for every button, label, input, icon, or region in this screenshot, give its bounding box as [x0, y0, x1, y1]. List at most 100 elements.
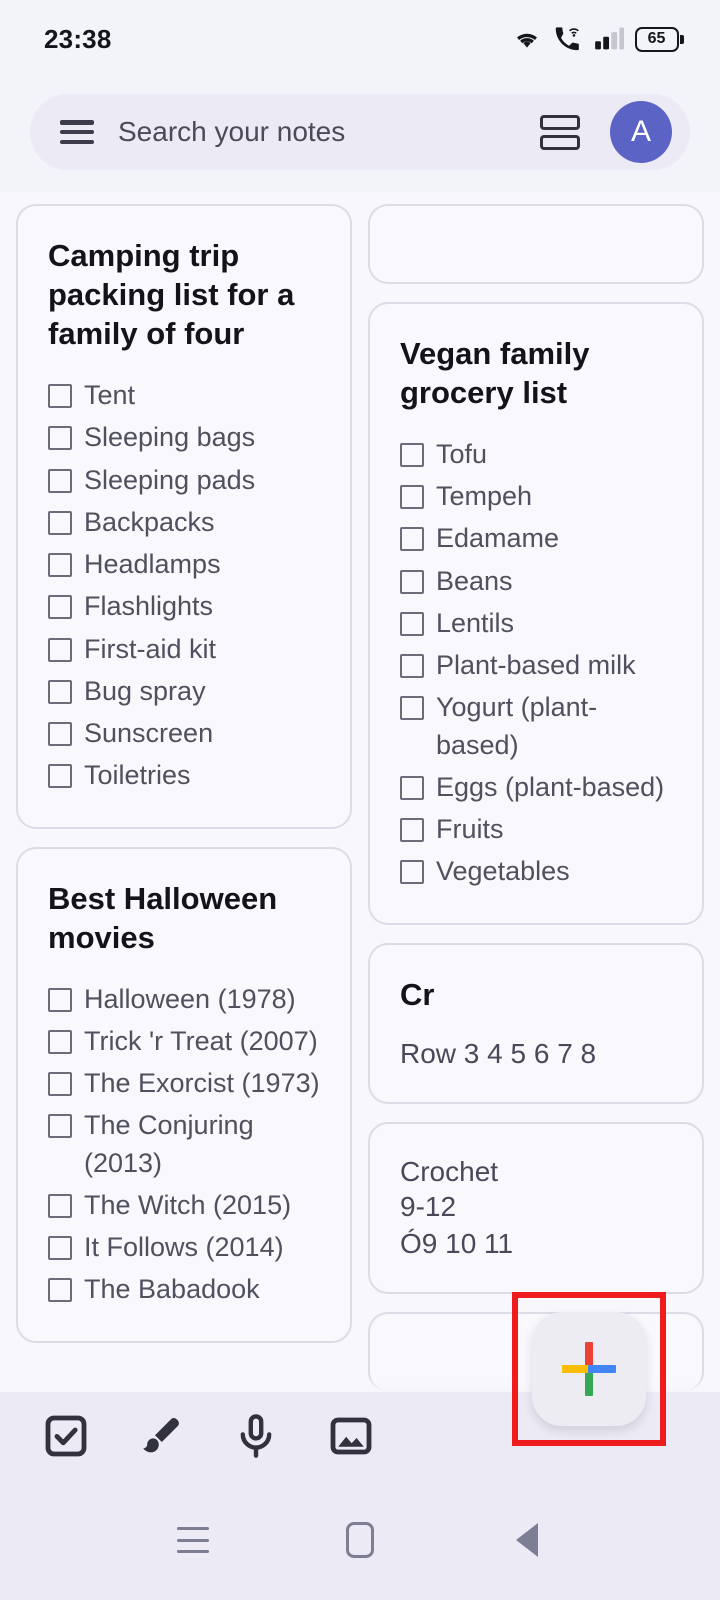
checkbox-icon[interactable] — [48, 1278, 72, 1303]
list-item[interactable]: Fruits — [400, 809, 676, 850]
avatar[interactable]: A — [610, 101, 672, 163]
list-item-label: Tofu — [436, 438, 488, 469]
list-item-label: Trick 'r Treat (2007) — [84, 1025, 318, 1056]
note-card-vegan-grocery[interactable]: Vegan family grocery list Tofu Tempeh Ed… — [368, 301, 704, 925]
note-card-crochet[interactable]: Crochet 9-12 Ó9 10 11 — [368, 1122, 704, 1295]
checkbox-icon[interactable] — [48, 987, 72, 1012]
list-item[interactable]: The Conjuring (2013) — [48, 1105, 324, 1184]
checkbox-icon[interactable] — [48, 384, 72, 409]
checkbox-icon[interactable] — [400, 775, 424, 800]
list-item[interactable]: Beans — [400, 561, 676, 602]
note-body: Row 3 4 5 6 7 8 — [400, 1037, 597, 1069]
checkbox-icon[interactable] — [48, 722, 72, 747]
list-item[interactable]: Tofu — [400, 434, 676, 475]
list-item[interactable]: Toiletries — [48, 755, 324, 796]
checkbox-icon[interactable] — [400, 818, 424, 843]
checkbox-icon[interactable] — [48, 679, 72, 704]
image-icon — [330, 1417, 371, 1455]
notes-column-left: Camping trip packing list for a family o… — [16, 204, 352, 1392]
cellular-signal-icon — [594, 27, 624, 50]
checkbox-icon[interactable] — [400, 569, 424, 594]
note-title: Best Halloween movies — [48, 880, 278, 955]
list-item-label: Sleeping pads — [84, 464, 256, 495]
checkbox-icon[interactable] — [400, 654, 424, 679]
checkbox-icon[interactable] — [400, 860, 424, 885]
back-triangle-icon — [496, 1523, 538, 1557]
back-button[interactable] — [492, 1505, 562, 1575]
checkbox-icon[interactable] — [48, 764, 72, 789]
checkbox-icon[interactable] — [48, 637, 72, 662]
checkbox-icon[interactable] — [400, 611, 424, 636]
list-item[interactable]: Plant-based milk — [400, 645, 676, 686]
list-item[interactable]: Edamame — [400, 518, 676, 559]
list-item[interactable]: Halloween (1978) — [48, 979, 324, 1020]
battery-level-text: 65 — [634, 26, 679, 52]
home-button[interactable] — [325, 1505, 395, 1575]
list-item-label: The Witch (2015) — [84, 1189, 292, 1220]
list-item[interactable]: Trick 'r Treat (2007) — [48, 1021, 324, 1062]
checkbox-icon[interactable] — [400, 527, 424, 552]
note-card-halloween-movies[interactable]: Best Halloween movies Halloween (1978) T… — [16, 846, 352, 1343]
new-list-button[interactable] — [18, 1392, 113, 1480]
list-item-label: Eggs (plant-based) — [436, 771, 665, 802]
list-item[interactable]: Sleeping pads — [48, 460, 324, 501]
list-item[interactable]: Flashlights — [48, 586, 324, 627]
note-card-empty[interactable] — [368, 204, 704, 284]
checkbox-icon[interactable] — [48, 1193, 72, 1218]
battery-icon: 65 — [634, 26, 684, 52]
list-item[interactable]: Vegetables — [400, 851, 676, 892]
list-item[interactable]: Backpacks — [48, 502, 324, 543]
checkbox-icon[interactable] — [48, 468, 72, 493]
list-item[interactable]: Tent — [48, 375, 324, 416]
home-icon — [345, 1522, 374, 1558]
note-card-camping-trip[interactable]: Camping trip packing list for a family o… — [16, 204, 352, 829]
checkbox-icon[interactable] — [400, 442, 424, 467]
hamburger-menu-icon[interactable] — [60, 120, 94, 144]
list-item[interactable]: Eggs (plant-based) — [400, 767, 676, 808]
list-item[interactable]: First-aid kit — [48, 629, 324, 670]
list-item[interactable]: The Babadook — [48, 1269, 324, 1310]
list-item[interactable]: Headlamps — [48, 544, 324, 585]
checkbox-icon[interactable] — [48, 1029, 72, 1054]
recents-icon — [177, 1527, 210, 1553]
microphone-icon — [240, 1414, 271, 1458]
checkbox-icon — [45, 1415, 86, 1457]
list-item[interactable]: Tempeh — [400, 476, 676, 517]
list-item[interactable]: The Witch (2015) — [48, 1185, 324, 1226]
list-item-label: Sleeping bags — [84, 422, 256, 453]
list-item[interactable]: Lentils — [400, 603, 676, 644]
note-title: Crochet — [400, 1156, 499, 1188]
checkbox-icon[interactable] — [48, 595, 72, 620]
checkbox-icon[interactable] — [48, 1114, 72, 1139]
list-view-toggle-icon[interactable] — [540, 110, 584, 154]
checkbox-icon[interactable] — [400, 696, 424, 721]
list-item[interactable]: Sunscreen — [48, 713, 324, 754]
search-input[interactable]: Search your notes — [118, 116, 524, 148]
note-card-cr[interactable]: Cr Row 3 4 5 6 7 8 — [368, 942, 704, 1105]
new-drawing-button[interactable] — [113, 1392, 208, 1480]
new-voice-note-button[interactable] — [208, 1392, 303, 1480]
android-nav-bar — [0, 1480, 720, 1600]
list-item-label: Headlamps — [84, 549, 221, 580]
note-title: Vegan family grocery list — [400, 335, 590, 410]
checkbox-icon[interactable] — [48, 1236, 72, 1261]
checkbox-icon[interactable] — [48, 426, 72, 451]
list-item[interactable]: It Follows (2014) — [48, 1227, 324, 1268]
list-item[interactable]: Sleeping bags — [48, 417, 324, 458]
recents-button[interactable] — [158, 1505, 228, 1575]
list-item-label: Flashlights — [84, 591, 214, 622]
new-image-note-button[interactable] — [303, 1392, 398, 1480]
list-item[interactable]: Bug spray — [48, 671, 324, 712]
notes-board: Camping trip packing list for a family o… — [0, 196, 720, 1392]
list-item[interactable]: Yogurt (plant-based) — [400, 687, 676, 766]
note-title: Camping trip packing list for a family o… — [48, 238, 295, 352]
call-over-wifi-icon — [555, 27, 579, 51]
checkbox-icon[interactable] — [48, 1072, 72, 1097]
checkbox-icon[interactable] — [48, 553, 72, 578]
checkbox-icon[interactable] — [400, 485, 424, 510]
checkbox-icon[interactable] — [48, 510, 72, 535]
create-note-fab[interactable] — [532, 1312, 646, 1426]
search-bar[interactable]: Search your notes A — [30, 94, 690, 170]
list-item[interactable]: The Exorcist (1973) — [48, 1063, 324, 1104]
list-item-label: The Conjuring (2013) — [84, 1110, 254, 1178]
